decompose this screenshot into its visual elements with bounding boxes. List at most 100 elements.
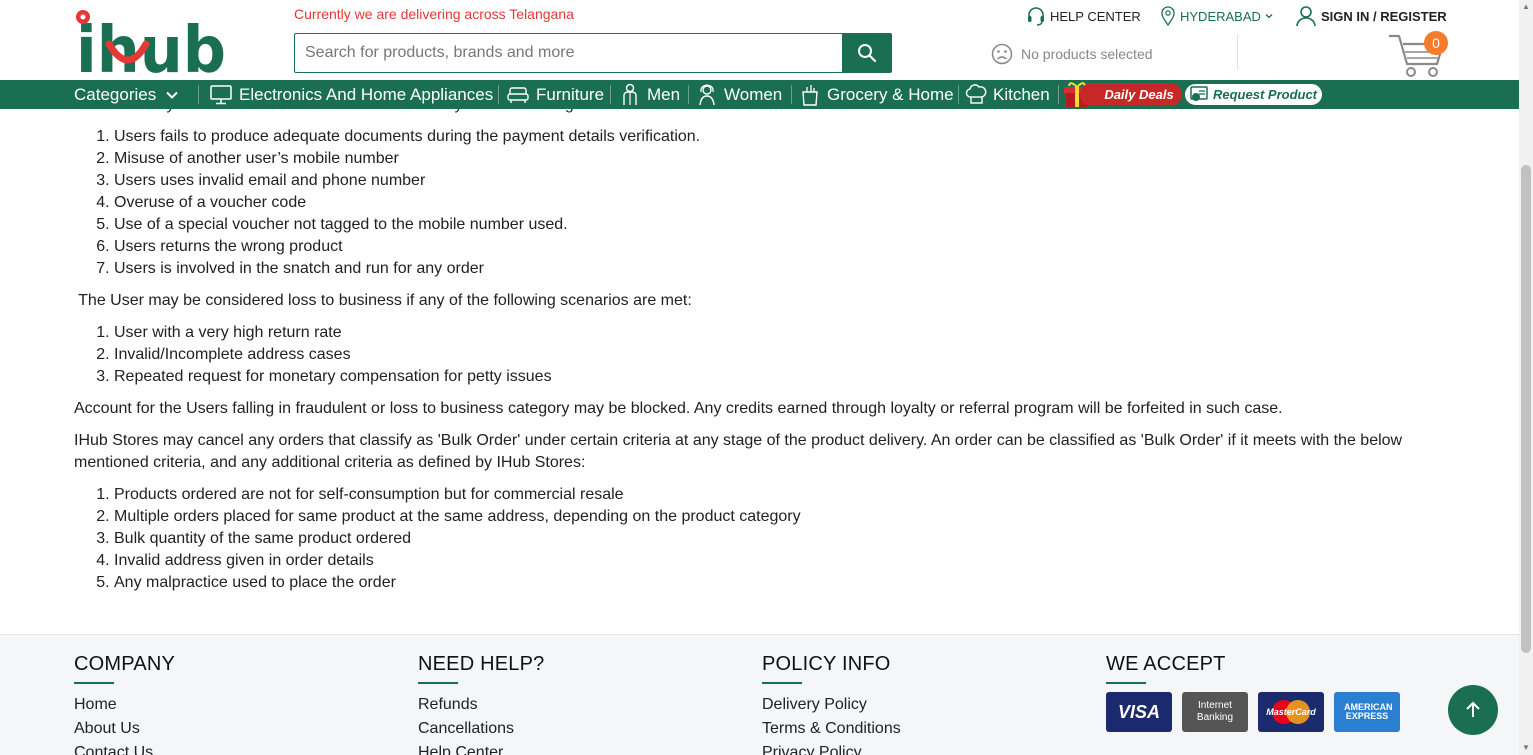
- scroll-up-arrow-icon[interactable]: ▲: [1521, 2, 1531, 12]
- footer-link-about[interactable]: About Us: [74, 717, 175, 741]
- request-product-icon: [1190, 86, 1208, 101]
- nav-divider: [610, 85, 611, 104]
- footer-link-delivery-policy[interactable]: Delivery Policy: [762, 693, 901, 717]
- list-item: Users uses invalid email and phone numbe…: [114, 170, 700, 192]
- user-icon: [1296, 6, 1316, 27]
- scrollbar-thumb[interactable]: [1521, 165, 1531, 653]
- heading-underline: [1106, 682, 1146, 684]
- city-label: HYDERABAD: [1180, 8, 1261, 24]
- sign-in-register-link[interactable]: SIGN IN / REGISTER: [1295, 4, 1447, 28]
- footer-policy: POLICY INFO Delivery Policy Terms & Cond…: [762, 653, 901, 755]
- list-item: Invalid address given in order details: [114, 550, 801, 572]
- heading-underline: [74, 682, 114, 684]
- net-banking-label: Internet Banking: [1196, 700, 1234, 723]
- scroll-down-arrow-icon[interactable]: ▼: [1521, 743, 1531, 753]
- nav-divider: [498, 85, 499, 104]
- heading-underline: [418, 682, 458, 684]
- nav-divider: [958, 85, 959, 104]
- nav-label: Electronics And Home Appliances: [239, 84, 494, 104]
- ihub-logo[interactable]: ihub: [76, 6, 226, 76]
- back-to-top-button[interactable]: [1448, 685, 1498, 735]
- cart-count-badge: 0: [1424, 31, 1448, 55]
- mastercard-label: MasterCard: [1266, 707, 1316, 717]
- list-item: Any malpractice used to place the order: [114, 572, 801, 594]
- list-item: Repeated request for monetary compensati…: [114, 366, 552, 388]
- list-item: Users returns the wrong product: [114, 236, 700, 258]
- woman-icon: [699, 83, 715, 105]
- nav-label: Women: [724, 84, 783, 104]
- list-item: Invalid/Incomplete address cases: [114, 344, 552, 366]
- footer-heading: WE ACCEPT: [1106, 653, 1226, 675]
- blocked-paragraph: Account for the Users falling in fraudul…: [74, 400, 1283, 417]
- compare-status: No products selected: [991, 43, 1153, 65]
- list-item: Bulk quantity of the same product ordere…: [114, 528, 801, 550]
- nav-item-furniture[interactable]: Furniture: [506, 80, 604, 109]
- city-selector[interactable]: HYDERABAD: [1160, 4, 1274, 28]
- footer-link-terms[interactable]: Terms & Conditions: [762, 717, 901, 741]
- categories-label: Categories: [74, 84, 157, 104]
- daily-deals-button[interactable]: Daily Deals: [1080, 83, 1182, 106]
- search-icon: [857, 44, 876, 63]
- nav-label: Grocery & Home: [827, 84, 954, 104]
- sofa-icon: [507, 86, 529, 103]
- nav-item-electronics[interactable]: Electronics And Home Appliances: [209, 80, 493, 109]
- list-item: Products ordered are not for self-consum…: [114, 484, 801, 506]
- list-item: Multiple orders placed for same product …: [114, 506, 801, 528]
- list-item: Users is involved in the snatch and run …: [114, 258, 700, 280]
- amex-label: AMERICAN EXPRESS: [1344, 702, 1393, 721]
- chevron-down-icon: [166, 91, 178, 99]
- site-header: ihub Currently we are delivering across …: [0, 0, 1519, 80]
- nav-divider: [198, 85, 199, 104]
- payment-methods: VISA Internet Banking MasterCard AMERICA…: [1106, 692, 1400, 732]
- chef-hat-icon: [965, 83, 987, 104]
- search-bar: [294, 33, 892, 73]
- nav-label: Men: [647, 84, 681, 104]
- arrow-up-icon: [1466, 701, 1480, 717]
- delivery-notice: Currently we are delivering across Telan…: [294, 6, 574, 22]
- grocery-bag-icon: [802, 84, 818, 106]
- nav-item-grocery[interactable]: Grocery & Home: [799, 80, 954, 109]
- monitor-icon: [210, 84, 232, 104]
- location-pin-icon: [1161, 6, 1175, 26]
- footer-heading: POLICY INFO: [762, 653, 891, 675]
- footer-link-refunds[interactable]: Refunds: [418, 693, 545, 717]
- nav-divider: [791, 85, 792, 104]
- help-center-label: HELP CENTER: [1050, 8, 1141, 24]
- chevron-down-icon: [1265, 14, 1273, 19]
- nav-label: Kitchen: [993, 84, 1050, 104]
- loss-intro-paragraph: The User may be considered loss to busin…: [74, 292, 692, 309]
- sign-in-label: SIGN IN / REGISTER: [1321, 8, 1447, 24]
- nav-item-kitchen[interactable]: Kitchen: [965, 80, 1050, 109]
- nav-item-women[interactable]: Women: [696, 80, 782, 109]
- man-icon: [623, 83, 637, 105]
- headset-icon: [1028, 7, 1044, 26]
- nav-item-men[interactable]: Men: [619, 80, 680, 109]
- search-button[interactable]: [842, 34, 891, 72]
- net-banking-icon: Internet Banking: [1182, 692, 1248, 732]
- footer-link-privacy[interactable]: Privacy Policy: [762, 741, 901, 755]
- fraud-scenarios-list: Users fails to produce adequate document…: [74, 126, 700, 280]
- footer-link-home[interactable]: Home: [74, 693, 175, 717]
- request-product-button[interactable]: Request Product: [1184, 83, 1323, 106]
- loss-scenarios-list: User with a very high return rate Invali…: [74, 322, 552, 388]
- list-item: User with a very high return rate: [114, 322, 552, 344]
- request-product-label: Request Product: [1213, 87, 1318, 102]
- nav-divider: [688, 85, 689, 104]
- footer-help: NEED HELP? Refunds Cancellations Help Ce…: [418, 653, 545, 755]
- help-center-link[interactable]: HELP CENTER: [1026, 4, 1141, 28]
- bulk-order-paragraph: IHub Stores may cancel any orders that c…: [74, 432, 1403, 471]
- list-item: Overuse of a voucher code: [114, 192, 700, 214]
- footer-link-help-center[interactable]: Help Center: [418, 741, 545, 755]
- logo-text: ihub: [76, 14, 226, 76]
- heading-underline: [762, 682, 802, 684]
- nav-label: Furniture: [536, 84, 605, 104]
- categories-dropdown[interactable]: Categories: [74, 80, 180, 109]
- visa-card-icon: VISA: [1106, 692, 1172, 732]
- compare-text: No products selected: [1021, 46, 1153, 62]
- footer-link-contact[interactable]: Contact Us: [74, 741, 175, 755]
- footer-heading: COMPANY: [74, 653, 176, 675]
- search-input[interactable]: [295, 34, 842, 72]
- amex-card-icon: AMERICAN EXPRESS: [1334, 692, 1400, 732]
- mastercard-icon: MasterCard: [1258, 692, 1324, 732]
- footer-link-cancellations[interactable]: Cancellations: [418, 717, 545, 741]
